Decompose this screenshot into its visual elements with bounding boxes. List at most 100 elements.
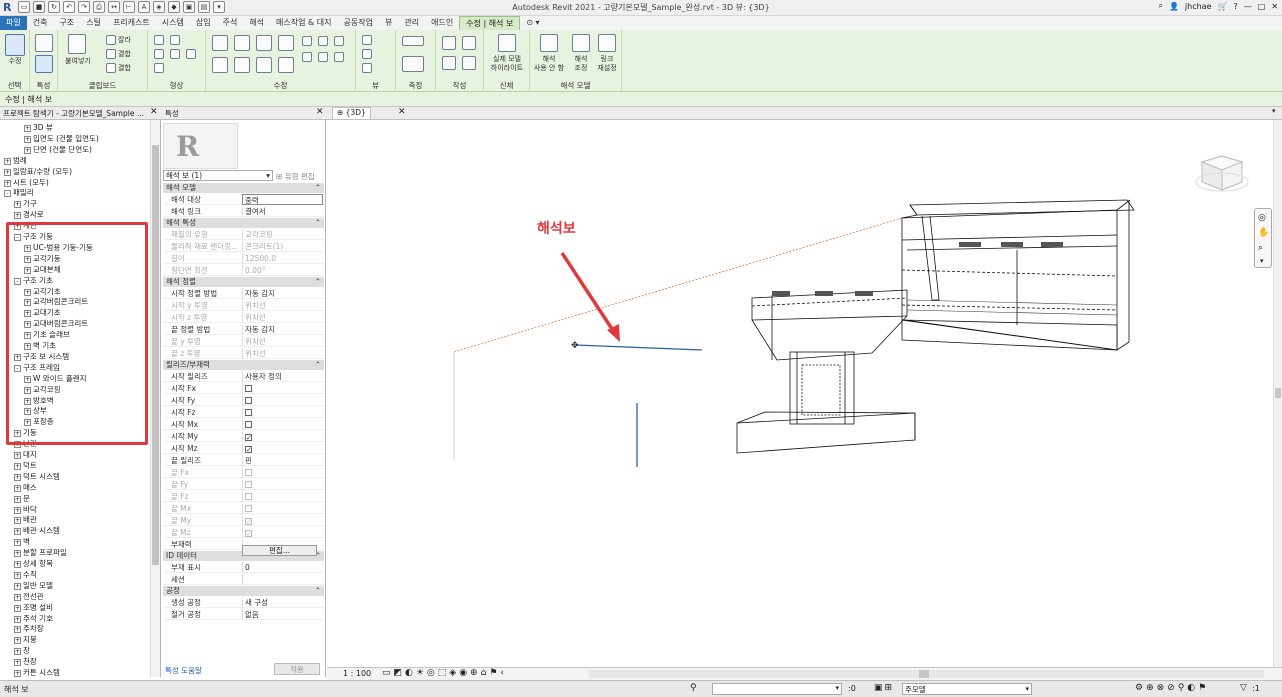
tab-modify-analytical-beam[interactable]: 수정 | 해석 보: [459, 16, 521, 30]
browser-item[interactable]: + 시트 (모두): [4, 177, 49, 188]
cope-icon[interactable]: [154, 35, 164, 45]
pin-icon[interactable]: [302, 52, 312, 62]
property-value[interactable]: 결여서: [242, 206, 323, 217]
tab-view[interactable]: 뷰: [379, 16, 398, 30]
analytical-beam[interactable]: [574, 344, 703, 351]
expand-icon[interactable]: +: [14, 212, 21, 220]
tab-massing[interactable]: 매스작업 & 대지: [270, 16, 337, 30]
expand-icon[interactable]: +: [14, 648, 21, 656]
cut-icon[interactable]: [106, 35, 116, 45]
type-properties-icon[interactable]: [35, 55, 53, 73]
expand-icon[interactable]: +: [14, 506, 21, 514]
view-control-icons[interactable]: ▭◩◐☀◎⬚◈◉⊕⌂⚑‹: [382, 668, 507, 678]
browser-item[interactable]: - 패밀리: [4, 187, 34, 198]
view-tab-3d[interactable]: ⊕ {3D}: [332, 107, 371, 119]
browser-item[interactable]: + 매스: [14, 482, 37, 493]
filter-icon[interactable]: ▽: [1240, 683, 1247, 693]
expand-icon[interactable]: +: [24, 146, 31, 154]
design-options-icons[interactable]: ▣⊞: [874, 683, 894, 693]
properties-icon[interactable]: [35, 34, 53, 52]
property-value[interactable]: [242, 419, 323, 430]
horizontal-scroll-thumb[interactable]: [919, 670, 929, 678]
expand-icon[interactable]: +: [14, 473, 21, 481]
expand-icon[interactable]: +: [14, 550, 21, 558]
view-tab-close-icon[interactable]: ✕: [398, 107, 406, 117]
tab-manage[interactable]: 관리: [398, 16, 425, 30]
create-parts-icon[interactable]: [442, 36, 456, 50]
tab-addins[interactable]: 애드인: [425, 16, 459, 30]
expand-icon[interactable]: +: [14, 495, 21, 503]
expand-icon[interactable]: +: [24, 125, 31, 132]
close-icon[interactable]: ✕: [1271, 2, 1278, 11]
browser-item[interactable]: + 배관: [14, 514, 37, 525]
model-drawing[interactable]: ✥: [327, 120, 1273, 667]
properties-help-link[interactable]: 특성 도움말: [165, 665, 202, 676]
join-geometry-icon[interactable]: [154, 49, 164, 59]
disable-analytical-icon[interactable]: [540, 34, 558, 52]
browser-item[interactable]: + 주석 기호: [14, 613, 53, 624]
apply-button[interactable]: 적용: [274, 663, 320, 675]
property-value[interactable]: 중력: [242, 194, 323, 205]
tab-annotate[interactable]: 주석: [217, 16, 244, 30]
highlight-model-icon[interactable]: [498, 34, 516, 52]
dimension-tool-icon[interactable]: [402, 56, 424, 72]
type-selector[interactable]: 해석 보 (1) ▾: [163, 170, 273, 181]
property-value[interactable]: [242, 383, 323, 394]
browser-item[interactable]: + 범례: [4, 155, 27, 166]
abutment-body[interactable]: [901, 199, 1135, 351]
properties-section-header[interactable]: 릴리즈/부재력 ⌃: [163, 360, 324, 370]
offset-icon[interactable]: [234, 35, 250, 51]
browser-scrollbar[interactable]: [150, 120, 160, 677]
expand-icon[interactable]: +: [14, 452, 21, 459]
expand-icon[interactable]: +: [4, 179, 11, 187]
nav-dropdown-icon[interactable]: ▾: [1260, 257, 1264, 265]
properties-section-header[interactable]: 해석 모델 ⌃: [163, 183, 324, 193]
collapse-section-icon[interactable]: ⌃: [315, 277, 321, 287]
copy-icon[interactable]: [106, 49, 116, 59]
collapse-section-icon[interactable]: ⌃: [315, 218, 321, 228]
view-scale[interactable]: 1 : 100: [343, 669, 371, 678]
user-name[interactable]: jhchae: [1185, 2, 1212, 11]
view-cube[interactable]: [1195, 150, 1250, 195]
checkbox[interactable]: [245, 421, 252, 428]
expand-icon[interactable]: +: [14, 604, 21, 612]
array-icon[interactable]: [318, 36, 328, 46]
browser-item[interactable]: + 대지: [14, 449, 37, 460]
edit-type-link[interactable]: ⊞ 유형 편집: [276, 171, 315, 182]
design-option-dropdown[interactable]: 주모델 ▾: [902, 683, 1032, 695]
expand-icon[interactable]: +: [14, 659, 21, 667]
browser-item[interactable]: + 상세 항목: [14, 558, 53, 569]
expand-icon[interactable]: +: [14, 528, 21, 536]
paste-icon[interactable]: [68, 34, 86, 54]
expand-icon[interactable]: +: [14, 626, 21, 634]
member-forces-edit-button[interactable]: 편집...: [242, 545, 317, 556]
expand-icon[interactable]: +: [14, 462, 21, 470]
tab-precast[interactable]: 프리캐스트: [107, 16, 156, 30]
rotate-icon[interactable]: [256, 57, 272, 73]
expand-icon[interactable]: +: [14, 201, 21, 209]
override-icon[interactable]: [362, 49, 372, 59]
modify-icon[interactable]: [5, 34, 25, 56]
pier-column[interactable]: [789, 351, 855, 425]
move-icon[interactable]: [212, 57, 228, 73]
maximize-icon[interactable]: □: [1258, 2, 1266, 11]
expand-icon[interactable]: +: [14, 670, 21, 677]
split-face-icon[interactable]: [154, 63, 164, 73]
expand-icon[interactable]: +: [14, 637, 21, 645]
browser-item[interactable]: + 일반 모델: [14, 580, 53, 591]
search-icon[interactable]: ⌕: [1158, 1, 1162, 11]
align-icon[interactable]: [212, 35, 228, 51]
expand-icon[interactable]: +: [24, 135, 31, 143]
browser-item[interactable]: + 경사로: [14, 209, 44, 220]
properties-section-header[interactable]: 해석 정렬 ⌃: [163, 277, 324, 287]
scale-icon[interactable]: [334, 36, 344, 46]
property-value[interactable]: 자동 감지: [242, 288, 323, 299]
create-similar-icon[interactable]: [462, 56, 476, 70]
browser-scroll-thumb[interactable]: [152, 145, 159, 565]
paint-icon[interactable]: [186, 49, 196, 59]
expand-icon[interactable]: +: [4, 157, 11, 165]
browser-item[interactable]: + 수직: [14, 569, 37, 580]
view-scroll-thumb[interactable]: [1275, 388, 1281, 398]
browser-item[interactable]: + 가구: [14, 198, 37, 209]
expand-icon[interactable]: +: [4, 168, 11, 176]
